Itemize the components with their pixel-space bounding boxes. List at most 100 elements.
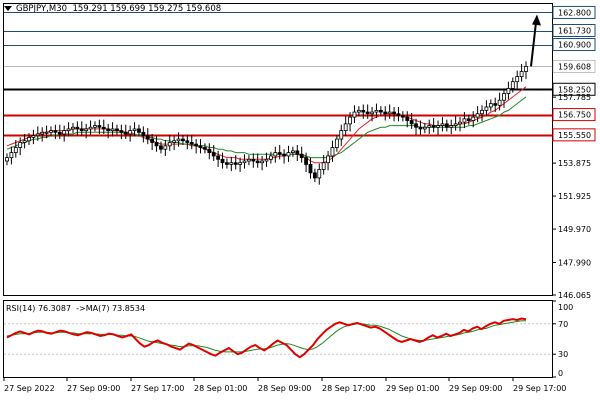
candle-body [502,93,506,101]
candle [216,150,221,167]
candle [247,155,251,166]
candle [62,125,67,142]
time-label: 29 Sep 01:00 [386,384,439,393]
price-label: 156.750 [558,111,591,120]
candle [251,153,256,168]
candle [31,129,36,145]
candle [480,105,484,122]
candle-body [238,162,243,165]
candle [198,139,203,154]
candle [220,152,225,169]
candle-body [471,116,476,121]
candle-body [405,116,410,121]
price-label: 155.550 [558,131,591,140]
candle [400,111,405,122]
candle-body [299,153,304,159]
candle-body [427,125,432,128]
candle-body [334,138,339,148]
candle [440,117,445,132]
candle-body [370,111,374,115]
candle [273,146,278,163]
candle [57,124,62,140]
candle [255,153,260,168]
candle [339,124,344,146]
candle-body [286,152,291,157]
candle-body [374,109,379,113]
candle-body [422,126,427,130]
candle-body [27,136,31,142]
candle-body [185,140,190,143]
candle-body [71,126,75,130]
price-label: 147.990 [558,258,591,267]
candle-body [387,111,392,115]
candle-body [176,138,181,142]
candle-body [216,155,221,160]
candle-body [440,123,445,126]
price-label: 149.970 [558,225,591,234]
candle [163,139,168,156]
candle-body [154,142,159,147]
price-label: 157.785 [558,93,591,102]
candle-body [123,131,128,135]
candle [488,99,493,112]
candle-body [475,113,480,118]
candle [203,143,207,154]
candle [387,104,392,119]
candle [365,104,370,119]
candle-body [115,128,119,132]
candle [286,145,291,162]
rsi-ma-line [6,320,526,353]
price-chart[interactable]: 162.800161.730160.900159.608158.250157.7… [0,0,600,400]
candle [524,61,528,80]
candle-body [290,150,295,153]
candle [334,134,339,152]
candle-body [348,116,352,125]
candle [229,156,234,172]
candle-body [119,130,124,133]
candle [53,124,58,140]
candle [225,158,229,169]
candle-body [365,111,370,115]
time-label: 28 Sep 01:00 [194,384,247,393]
candle-body [88,126,93,130]
candle-body [198,145,203,148]
candle-body [488,103,493,108]
candle [189,134,194,150]
candle-body [317,169,322,179]
candle-body [22,140,27,143]
candle-body [53,130,58,133]
time-label: 27 Sep 09:00 [67,384,120,393]
candle-body [304,157,308,165]
candle [185,134,190,150]
candle [260,155,265,171]
candle-body [62,130,67,135]
candle-body [282,153,286,157]
candle [383,106,388,121]
main-panel-frame [3,3,553,296]
candle [343,116,348,136]
candle-body [519,71,524,78]
candle-body [264,158,269,162]
candle-body [5,157,9,162]
candle-body [242,160,247,164]
candle-body [211,152,216,157]
candle-body [18,142,23,148]
candle-body [493,103,498,106]
candle-body [396,113,401,116]
candle-body [189,142,194,145]
candle-body [277,152,282,155]
rsi-axis-label: 100 [558,303,573,312]
candle-body [13,147,18,153]
candle [119,124,124,140]
price-label: 161.730 [558,27,591,36]
time-label: 27 Sep 2022 [4,384,55,393]
time-label: 27 Sep 17:00 [131,384,184,393]
candle-body [400,115,405,118]
rsi-line [6,317,527,359]
candle-body [9,152,14,159]
trend-arrow-shaft [530,22,537,67]
candle [506,81,511,100]
candle-body [181,138,185,142]
candle [422,123,427,134]
candle [326,150,330,171]
